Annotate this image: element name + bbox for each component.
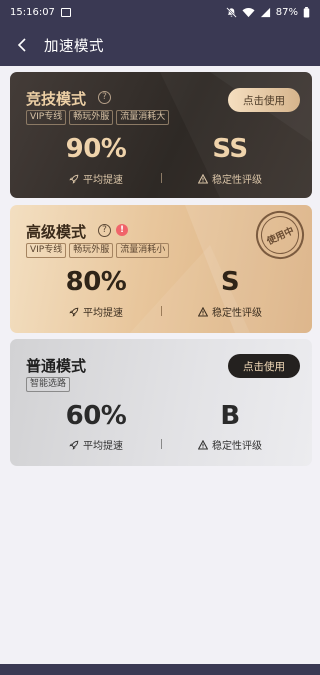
speedup-label: 平均提速	[83, 441, 123, 452]
stability-label: 稳定性评级	[212, 175, 262, 186]
back-button[interactable]	[0, 24, 44, 66]
rocket-icon	[69, 307, 79, 317]
stability-rating: SS	[212, 134, 248, 164]
mode-card-normal: 普通模式 智能选路 60% B 平均提速 稳定性评级 点击使用	[10, 339, 312, 466]
mode-name: 高级模式	[26, 223, 87, 241]
tag: VIP专线	[26, 110, 67, 125]
tag: 流量消耗大	[116, 110, 170, 125]
status-bar: 15:16:07 87%	[0, 0, 320, 24]
rocket-icon	[69, 440, 79, 450]
stability-label-row: 稳定性评级	[170, 437, 290, 452]
signal-icon	[260, 7, 270, 17]
stability-label-row: 稳定性评级	[170, 304, 290, 319]
mode-name: 普通模式	[26, 357, 87, 375]
speedup-label-row: 平均提速	[36, 171, 156, 186]
battery-icon	[303, 6, 310, 18]
speedup-label-row: 平均提速	[36, 304, 156, 319]
status-icons: 87%	[226, 6, 310, 18]
feature-tags: 智能选路	[26, 377, 71, 392]
bottom-bar	[0, 664, 320, 675]
warning-triangle-icon	[198, 306, 208, 317]
stability-label: 稳定性评级	[212, 308, 262, 319]
stability-rating: B	[220, 401, 240, 431]
use-button[interactable]: 点击使用	[228, 354, 300, 378]
tag: 畅玩外服	[69, 243, 114, 258]
speedup-value: 60%	[65, 401, 127, 431]
mute-bell-icon	[226, 6, 237, 18]
chevron-left-icon	[17, 38, 26, 52]
page-title: 加速模式	[44, 38, 104, 55]
use-button[interactable]: 点击使用	[228, 88, 300, 112]
feature-tags: VIP专线 畅玩外服 流量消耗小	[26, 243, 170, 258]
mode-card-competitive: 竞技模式 ? VIP专线 畅玩外服 流量消耗大 90% SS 平均提速 稳定性评…	[10, 72, 312, 198]
mode-name: 竞技模式	[26, 90, 87, 108]
divider	[161, 173, 162, 183]
rocket-icon	[69, 174, 79, 184]
feature-tags: VIP专线 畅玩外服 流量消耗大	[26, 110, 170, 125]
alert-badge-icon[interactable]: !	[116, 224, 128, 236]
mode-card-advanced: 高级模式 ? ! VIP专线 畅玩外服 流量消耗小 80% S 平均提速 稳定性…	[10, 205, 312, 333]
tag: 畅玩外服	[69, 110, 114, 125]
divider	[161, 306, 162, 316]
speedup-label: 平均提速	[83, 175, 123, 186]
image-icon	[60, 7, 71, 17]
battery-percent: 87%	[275, 6, 298, 18]
question-circle-icon[interactable]: ?	[98, 224, 111, 237]
tag: 智能选路	[26, 377, 71, 392]
stability-rating: S	[220, 267, 240, 297]
warning-triangle-icon	[198, 173, 208, 184]
question-circle-icon[interactable]: ?	[98, 91, 111, 104]
wifi-icon	[242, 7, 255, 17]
speedup-label-row: 平均提速	[36, 437, 156, 452]
speedup-label: 平均提速	[83, 308, 123, 319]
top-navbar: 加速模式	[0, 24, 320, 66]
stability-label: 稳定性评级	[212, 441, 262, 452]
tag: VIP专线	[26, 243, 67, 258]
warning-triangle-icon	[198, 439, 208, 450]
speedup-value: 80%	[65, 267, 127, 297]
speedup-value: 90%	[65, 134, 127, 164]
tag: 流量消耗小	[116, 243, 170, 258]
divider	[161, 439, 162, 449]
status-time: 15:16:07	[10, 6, 55, 18]
stability-label-row: 稳定性评级	[170, 171, 290, 186]
